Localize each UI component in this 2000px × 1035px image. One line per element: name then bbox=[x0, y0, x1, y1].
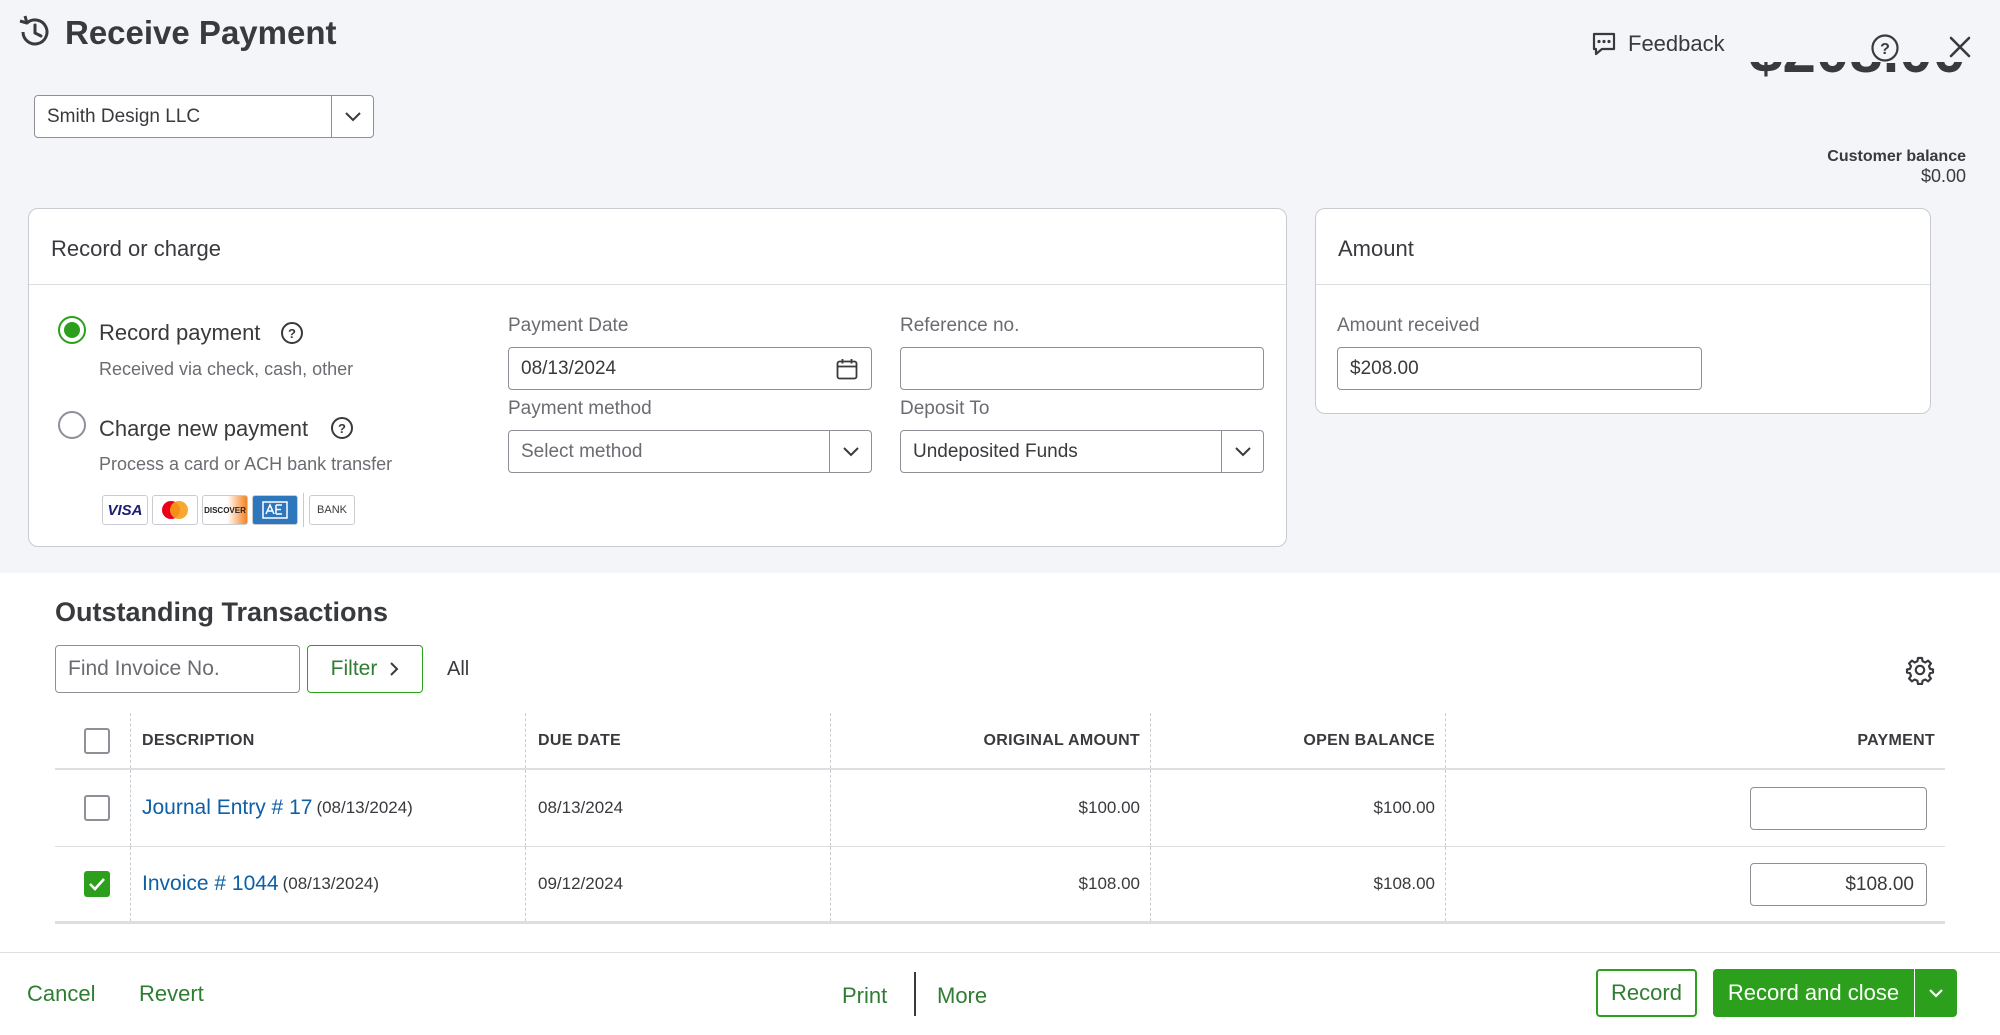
customer-balance-value: $0.00 bbox=[1920, 166, 1966, 186]
row-date-note: (08/13/2024) bbox=[282, 874, 380, 893]
deposit-to-label: Deposit To bbox=[900, 398, 990, 419]
help-icon[interactable]: ? bbox=[1870, 33, 1900, 63]
row-checkbox[interactable] bbox=[84, 871, 110, 897]
reference-input[interactable] bbox=[900, 347, 1264, 390]
payment-date-label: Payment Date bbox=[508, 315, 629, 336]
table-header-row: DESCRIPTION DUE DATE ORIGINAL AMOUNT OPE… bbox=[55, 713, 1945, 770]
footer-bar bbox=[0, 952, 2000, 1035]
journal-entry-link[interactable]: Journal Entry # 17 bbox=[142, 796, 312, 820]
column-header-payment[interactable]: PAYMENT bbox=[1857, 713, 1935, 768]
checkmark-icon bbox=[89, 878, 105, 891]
svg-text:?: ? bbox=[288, 326, 296, 341]
filter-button[interactable]: Filter bbox=[307, 645, 423, 693]
charge-new-payment-label[interactable]: Charge new payment bbox=[99, 416, 308, 442]
revert-button[interactable]: Revert bbox=[139, 981, 204, 1007]
customer-select[interactable]: Smith Design LLC bbox=[34, 95, 374, 138]
bank-icon: BANK bbox=[309, 495, 355, 525]
feedback-icon bbox=[1592, 32, 1616, 56]
cancel-button[interactable]: Cancel bbox=[27, 981, 95, 1007]
print-button[interactable]: Print bbox=[842, 983, 887, 1009]
row-due-date: 09/12/2024 bbox=[538, 874, 624, 893]
record-button[interactable]: Record bbox=[1596, 969, 1697, 1017]
visa-card-icon: VISA bbox=[102, 495, 148, 525]
record-panel-title: Record or charge bbox=[29, 209, 1286, 285]
row-original-amount: $100.00 bbox=[1078, 798, 1140, 817]
invoice-link[interactable]: Invoice # 1044 bbox=[142, 872, 279, 896]
amount-panel-title: Amount bbox=[1316, 209, 1930, 285]
row-payment-input[interactable]: $108.00 bbox=[1750, 862, 1927, 906]
feedback-button[interactable]: Feedback bbox=[1590, 30, 1725, 58]
mastercard-icon bbox=[152, 495, 198, 525]
amount-received-input[interactable]: $208.00 bbox=[1337, 347, 1702, 390]
record-payment-label[interactable]: Record payment bbox=[99, 320, 260, 346]
deposit-to-select[interactable]: Undeposited Funds bbox=[900, 430, 1264, 473]
row-checkbox[interactable] bbox=[84, 795, 110, 821]
feedback-label: Feedback bbox=[1628, 31, 1725, 56]
more-button[interactable]: More bbox=[937, 983, 987, 1009]
payment-date-input[interactable]: 08/13/2024 bbox=[508, 347, 872, 390]
payment-method-select[interactable]: Select method bbox=[508, 430, 872, 473]
row-due-date: 08/13/2024 bbox=[538, 798, 624, 817]
svg-text:?: ? bbox=[338, 421, 346, 436]
row-open-balance: $108.00 bbox=[1373, 874, 1435, 893]
close-icon[interactable] bbox=[1946, 33, 1974, 61]
record-and-close-label: Record and close bbox=[1727, 980, 1900, 1005]
outstanding-title: Outstanding Transactions bbox=[55, 597, 389, 627]
chevron-down-icon bbox=[842, 446, 859, 456]
charge-new-payment-subtext: Process a card or ACH bank transfer bbox=[99, 454, 393, 474]
customer-select-value: Smith Design LLC bbox=[47, 106, 201, 127]
history-icon[interactable] bbox=[14, 12, 54, 52]
table-row: Journal Entry # 17 (08/13/2024) 08/13/20… bbox=[55, 770, 1945, 847]
reference-label: Reference no. bbox=[900, 315, 1020, 336]
row-payment-input[interactable] bbox=[1750, 786, 1927, 830]
charge-new-payment-radio[interactable] bbox=[58, 411, 86, 439]
help-icon[interactable]: ? bbox=[330, 416, 354, 440]
payment-method-dropdown-toggle[interactable] bbox=[829, 431, 871, 472]
chevron-right-icon bbox=[390, 662, 399, 676]
discover-card-icon: DISCOVER bbox=[202, 495, 248, 525]
record-payment-radio[interactable] bbox=[58, 316, 86, 344]
select-all-checkbox[interactable] bbox=[84, 727, 110, 754]
payment-method-placeholder: Select method bbox=[521, 440, 643, 462]
record-options-toggle[interactable] bbox=[1914, 969, 1957, 1017]
transactions-table: DESCRIPTION DUE DATE ORIGINAL AMOUNT OPE… bbox=[55, 713, 1945, 924]
card-divider bbox=[303, 493, 304, 527]
record-payment-subtext: Received via check, cash, other bbox=[99, 359, 354, 379]
filter-label: Filter bbox=[330, 657, 378, 680]
page-title: Receive Payment bbox=[65, 14, 337, 51]
table-row: Invoice # 1044 (08/13/2024) 09/12/2024 $… bbox=[55, 847, 1945, 924]
payment-date-value: 08/13/2024 bbox=[521, 357, 617, 379]
row-date-note: (08/13/2024) bbox=[316, 798, 413, 817]
footer-divider bbox=[914, 972, 916, 1016]
calendar-icon[interactable] bbox=[835, 357, 859, 381]
chevron-down-icon bbox=[344, 111, 361, 121]
deposit-to-value: Undeposited Funds bbox=[913, 440, 1078, 462]
deposit-to-dropdown-toggle[interactable] bbox=[1221, 431, 1263, 472]
customer-balance-label: Customer balance bbox=[1827, 148, 1966, 165]
row-original-amount: $108.00 bbox=[1078, 874, 1140, 893]
amex-card-icon bbox=[252, 495, 298, 525]
column-header-open-balance[interactable]: OPEN BALANCE bbox=[1303, 713, 1435, 768]
gear-icon[interactable] bbox=[1905, 655, 1935, 685]
help-icon[interactable]: ? bbox=[280, 321, 304, 345]
filter-all-label: All bbox=[447, 658, 470, 680]
total-amount: $208.00 bbox=[1749, 62, 1966, 122]
customer-dropdown-toggle[interactable] bbox=[331, 96, 373, 137]
chevron-down-icon bbox=[1234, 446, 1251, 456]
row-open-balance: $100.00 bbox=[1373, 798, 1435, 817]
amount-received-value: $208.00 bbox=[1350, 357, 1419, 379]
payment-method-label: Payment method bbox=[508, 398, 652, 419]
chevron-down-icon bbox=[1929, 989, 1943, 998]
column-header-due-date[interactable]: DUE DATE bbox=[538, 713, 621, 768]
column-header-original-amount[interactable]: ORIGINAL AMOUNT bbox=[984, 713, 1141, 768]
record-and-close-button[interactable]: Record and close bbox=[1713, 969, 1957, 1017]
column-header-description[interactable]: DESCRIPTION bbox=[142, 713, 255, 768]
find-invoice-input[interactable]: Find Invoice No. bbox=[55, 645, 300, 693]
amount-received-label: Amount received bbox=[1337, 315, 1480, 336]
svg-text:?: ? bbox=[1880, 41, 1890, 58]
